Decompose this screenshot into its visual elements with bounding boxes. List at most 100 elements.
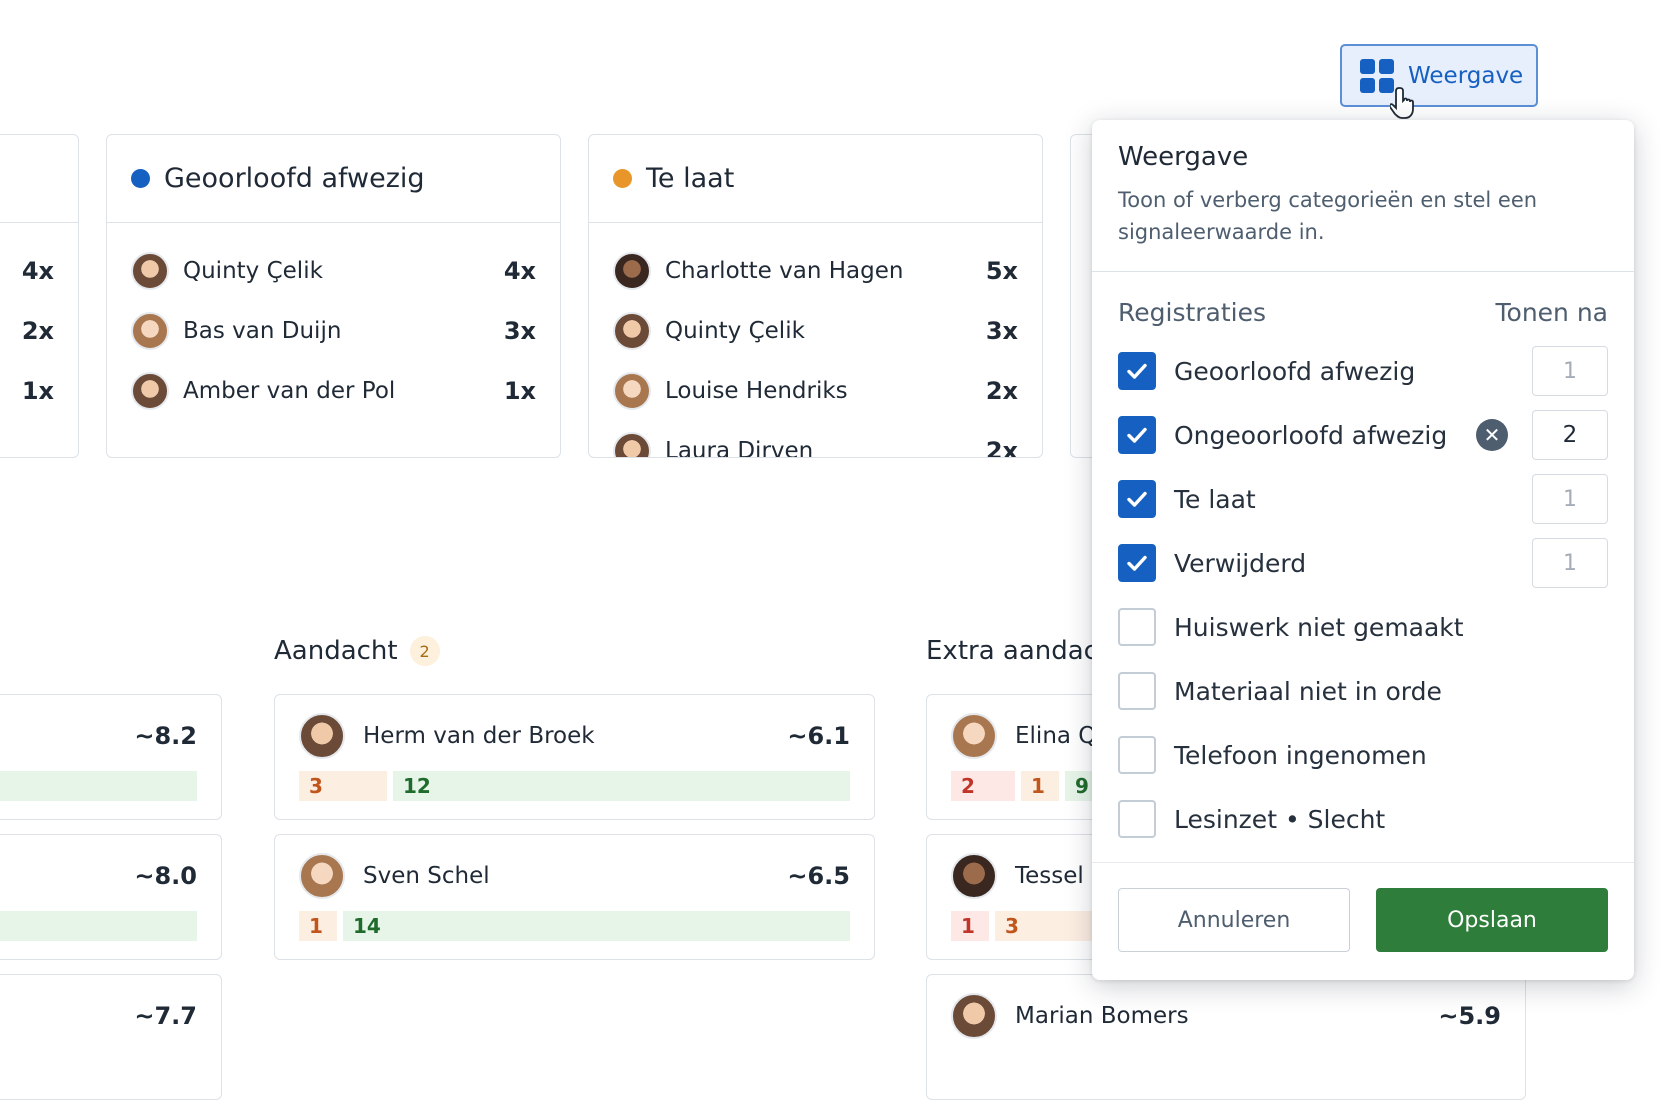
grade-bar-very-insufficient: 2 — [951, 771, 1015, 801]
category-row[interactable]: Bas van Duijn 3x — [131, 311, 536, 351]
average-grade: ~6.1 — [787, 722, 850, 750]
clear-circle-icon[interactable]: ✕ — [1476, 419, 1508, 451]
view-settings-panel: Weergave Toon of verberg categorieën en … — [1092, 120, 1634, 980]
check-icon — [1127, 363, 1147, 379]
checkbox[interactable] — [1118, 672, 1156, 710]
student-card[interactable]: ~8.0 — [0, 834, 222, 960]
category-row[interactable]: Charlotte van Hagen 5x — [613, 251, 1018, 291]
student-card[interactable]: ~8.2 — [0, 694, 222, 820]
option-te-laat[interactable]: Te laat 1 — [1118, 473, 1608, 525]
category-row[interactable]: Laura Dirven 2x — [613, 431, 1018, 458]
option-geoorloofd-afwezig[interactable]: Geoorloofd afwezig 1 — [1118, 345, 1608, 397]
category-row-count: 4x — [503, 257, 536, 285]
option-telefoon-ingenomen[interactable]: Telefoon ingenomen — [1118, 729, 1608, 781]
student-name: Herm van der Broek — [363, 723, 595, 749]
category-card-geoorloofd: Geoorloofd afwezig Quinty Çelik 4x Bas v… — [106, 134, 561, 458]
student-name: Quinty Çelik — [183, 258, 323, 284]
category-card-partial: 4x 2x 1x — [0, 134, 79, 458]
category-row[interactable]: Louise Hendriks 2x — [613, 371, 1018, 411]
option-label: Ongeoorloofd afwezig — [1174, 420, 1448, 450]
cancel-button[interactable]: Annuleren — [1118, 888, 1350, 952]
option-label: Telefoon ingenomen — [1174, 740, 1427, 770]
panel-column-headers: Registraties Tonen na — [1118, 298, 1608, 327]
category-title: Te laat — [646, 163, 735, 194]
average-grade: ~5.9 — [1438, 1002, 1501, 1030]
grade-bar — [0, 911, 197, 941]
panel-subtitle-line: signaleerwaarde in. — [1118, 220, 1325, 244]
checkbox[interactable] — [1118, 352, 1156, 390]
checkbox[interactable] — [1118, 800, 1156, 838]
avatar — [613, 372, 651, 410]
student-name: Louise Hendriks — [665, 378, 848, 404]
avatar — [299, 853, 345, 899]
view-button[interactable]: Weergave — [1340, 44, 1538, 107]
student-name: Amber van der Pol — [183, 378, 396, 404]
option-lesinzet-slecht[interactable]: Lesinzet • Slecht — [1118, 793, 1608, 845]
hand-pointer-icon — [1390, 87, 1414, 119]
checkbox[interactable] — [1118, 608, 1156, 646]
category-row-count: 2x — [985, 437, 1018, 458]
category-row-count: 3x — [503, 317, 536, 345]
student-name: Charlotte van Hagen — [665, 258, 904, 284]
avatar — [951, 853, 997, 899]
check-icon — [1127, 491, 1147, 507]
option-label: Huiswerk niet gemaakt — [1174, 612, 1464, 642]
category-row-count: 4x — [21, 257, 54, 285]
section-title-text: Aandacht — [274, 636, 398, 666]
section-title-extra: Extra aandac — [926, 636, 1098, 666]
option-label: Te laat — [1174, 484, 1256, 514]
student-name: Elina Q — [1015, 723, 1097, 749]
save-button[interactable]: Opslaan — [1376, 888, 1608, 952]
student-card[interactable]: ~7.7 — [0, 974, 222, 1100]
option-verwijderd[interactable]: Verwijderd 1 — [1118, 537, 1608, 589]
category-row-count: 5x — [985, 257, 1018, 285]
panel-subtitle-line: Toon of verberg categorieën en stel een — [1118, 188, 1538, 212]
panel-header: Weergave Toon of verberg categorieën en … — [1092, 120, 1634, 272]
option-label: Geoorloofd afwezig — [1174, 356, 1416, 386]
category-title: Geoorloofd afwezig — [164, 163, 425, 194]
category-row[interactable]: Quinty Çelik 4x — [131, 251, 536, 291]
category-row-count: 3x — [985, 317, 1018, 345]
column-registraties: Registraties — [1118, 298, 1267, 327]
threshold-input[interactable]: 1 — [1532, 474, 1608, 524]
panel-footer: Annuleren Opslaan — [1092, 862, 1634, 980]
panel-title: Weergave — [1118, 142, 1249, 172]
category-row[interactable]: 4x — [0, 251, 54, 291]
student-card[interactable]: Sven Schel ~6.5 1 14 — [274, 834, 875, 960]
category-row-count: 1x — [503, 377, 536, 405]
grade-bar-sufficient: 12 — [393, 771, 850, 801]
threshold-input[interactable]: 1 — [1532, 538, 1608, 588]
threshold-input[interactable]: 2 — [1532, 410, 1608, 460]
category-row-count: 1x — [21, 377, 54, 405]
category-color-dot — [613, 169, 632, 188]
grade-bar-insufficient: 1 — [1021, 771, 1059, 801]
option-materiaal-niet-in-orde[interactable]: Materiaal niet in orde — [1118, 665, 1608, 717]
category-row[interactable]: 1x — [0, 371, 54, 411]
checkbox[interactable] — [1118, 416, 1156, 454]
count-badge: 2 — [409, 636, 440, 666]
threshold-input[interactable]: 1 — [1532, 346, 1608, 396]
category-row[interactable]: Amber van der Pol 1x — [131, 371, 536, 411]
category-card-te-laat: Te laat Charlotte van Hagen 5x Quinty Çe… — [588, 134, 1043, 458]
category-row[interactable]: 2x — [0, 311, 54, 351]
checkbox[interactable] — [1118, 544, 1156, 582]
avatar — [131, 252, 169, 290]
panel-subtitle: Toon of verberg categorieën en stel een … — [1118, 184, 1608, 248]
grade-bar-sufficient: 14 — [343, 911, 850, 941]
checkbox[interactable] — [1118, 480, 1156, 518]
checkbox[interactable] — [1118, 736, 1156, 774]
student-card[interactable]: Marian Bomers ~5.9 — [926, 974, 1526, 1100]
option-huiswerk-niet-gemaakt[interactable]: Huiswerk niet gemaakt — [1118, 601, 1608, 653]
option-label: Verwijderd — [1174, 548, 1307, 578]
grade-bar-insufficient: 1 — [299, 911, 337, 941]
category-row[interactable]: Quinty Çelik 3x — [613, 311, 1018, 351]
option-ongeoorloofd-afwezig[interactable]: Ongeoorloofd afwezig ✕ 2 — [1118, 409, 1608, 461]
avatar — [951, 713, 997, 759]
check-icon — [1127, 427, 1147, 443]
option-label: Materiaal niet in orde — [1174, 676, 1442, 706]
category-header: Te laat — [589, 135, 1042, 223]
average-grade: ~8.0 — [134, 862, 197, 890]
category-row-count: 2x — [985, 377, 1018, 405]
grade-bar-very-insufficient: 1 — [951, 911, 989, 941]
student-card[interactable]: Herm van der Broek ~6.1 3 12 — [274, 694, 875, 820]
